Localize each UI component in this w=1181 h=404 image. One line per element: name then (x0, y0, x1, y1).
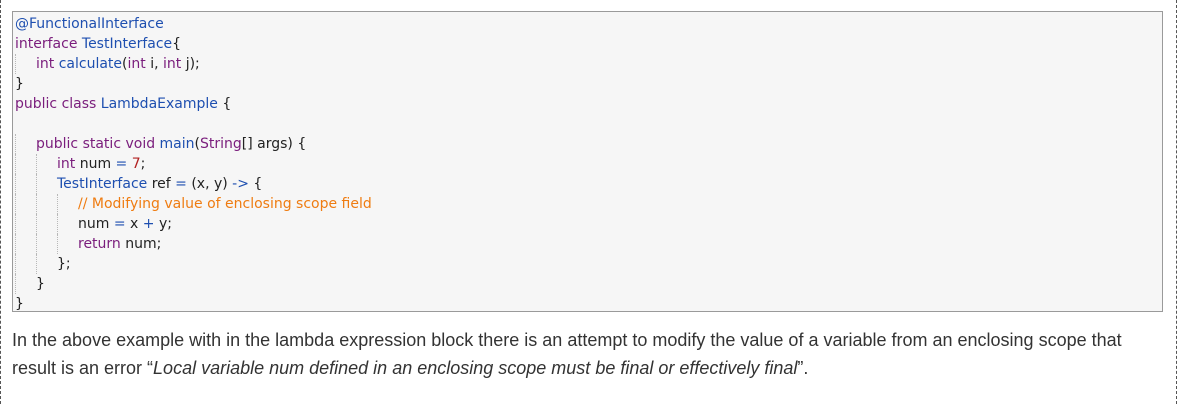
code-line: }; (15, 254, 1162, 274)
indent-guide (36, 234, 37, 254)
code-line-content: TestInterface ref = (x, y) -> { (15, 176, 262, 192)
code-token: = (175, 176, 187, 192)
code-token: 7 (131, 156, 141, 172)
code-listing: @FunctionalInterface interface TestInterf… (13, 12, 1162, 312)
indent-guide (15, 194, 16, 214)
code-token: } (15, 296, 24, 312)
code-token: int (36, 56, 59, 72)
code-token: + (142, 216, 155, 232)
code-line-content: }; (15, 256, 71, 272)
code-line: } (15, 294, 1162, 312)
indent-guide (36, 174, 37, 194)
code-line: int num = 7; (15, 154, 1162, 174)
code-token: String (200, 136, 242, 152)
indent-guide (15, 274, 16, 294)
indent-guide (36, 254, 37, 274)
code-line-content: interface TestInterface{ (15, 36, 181, 52)
code-line: interface TestInterface{ (15, 34, 1162, 54)
code-line-content: @FunctionalInterface (15, 16, 164, 32)
code-line: } (15, 274, 1162, 294)
code-token: LambdaExample (100, 96, 218, 112)
code-token: public class (15, 96, 101, 112)
error-message: Local variable num defined in an enclosi… (153, 358, 798, 378)
code-token: }; (57, 256, 71, 272)
code-token: calculate (58, 56, 123, 72)
code-token: @FunctionalInterface (15, 16, 164, 32)
code-token: [] args) { (241, 136, 307, 152)
indent-guide (57, 194, 58, 214)
code-line-content: int calculate(int i, int j); (15, 56, 200, 72)
code-line: } (15, 74, 1162, 94)
code-line: num = x + y; (15, 214, 1162, 234)
code-token: num (78, 216, 114, 232)
indent-guide (36, 194, 37, 214)
indent-guide (15, 154, 16, 174)
code-token: int (127, 56, 151, 72)
code-line: TestInterface ref = (x, y) -> { (15, 174, 1162, 194)
code-token: = (115, 156, 128, 172)
code-token: int (57, 156, 80, 172)
code-token: -> (232, 176, 249, 192)
indent-guide (15, 234, 16, 254)
code-token: { (248, 176, 263, 192)
code-line: public static void main(String[] args) { (15, 134, 1162, 154)
code-token: main (159, 136, 195, 152)
code-token: j); (185, 56, 200, 72)
explanation-paragraph: In the above example with in the lambda … (12, 326, 1162, 382)
code-token: int (162, 56, 186, 72)
code-line: @FunctionalInterface (15, 14, 1162, 34)
code-line: // Modifying value of enclosing scope fi… (15, 194, 1162, 214)
code-token: return (78, 236, 126, 252)
indent-guide (15, 214, 16, 234)
code-line-content: } (15, 296, 24, 312)
indent-guide (15, 134, 16, 154)
code-line: int calculate(int i, int j); (15, 54, 1162, 74)
code-block: @FunctionalInterface interface TestInterf… (12, 11, 1163, 312)
code-token: public static void (36, 136, 160, 152)
indent-guide (57, 234, 58, 254)
indent-guide (57, 214, 58, 234)
code-token: y; (154, 216, 172, 232)
code-line: public class LambdaExample { (15, 94, 1162, 114)
code-line-content: int num = 7; (15, 156, 145, 172)
indent-guide (36, 214, 37, 234)
code-token: interface (15, 36, 82, 52)
code-line-content: } (15, 276, 45, 292)
code-token: ref (147, 176, 176, 192)
indent-guide (15, 54, 16, 74)
code-line-content: public class LambdaExample { (15, 96, 231, 112)
code-token: { (217, 96, 232, 112)
code-line-content: // Modifying value of enclosing scope fi… (15, 196, 372, 212)
code-line-content: num = x + y; (15, 216, 172, 232)
code-token: num (79, 156, 116, 172)
explanation-closing: ”. (797, 358, 809, 378)
code-line-content: public static void main(String[] args) { (15, 136, 306, 152)
code-token: TestInterface (81, 36, 173, 52)
code-token: = (113, 216, 126, 232)
code-token: i, (150, 56, 163, 72)
code-line-content: } (15, 76, 24, 92)
code-token: } (36, 276, 45, 292)
indent-guide (15, 254, 16, 274)
code-token: TestInterface (57, 176, 148, 192)
indent-guide (15, 174, 16, 194)
code-token: num; (125, 236, 162, 252)
code-token: (x, y) (186, 176, 233, 192)
code-token: // Modifying value of enclosing scope fi… (78, 196, 372, 212)
code-token: x (125, 216, 143, 232)
code-token: { (172, 36, 182, 52)
code-token: ; (140, 156, 146, 172)
indent-guide (36, 154, 37, 174)
code-line: return num; (15, 234, 1162, 254)
code-token: } (15, 76, 24, 92)
